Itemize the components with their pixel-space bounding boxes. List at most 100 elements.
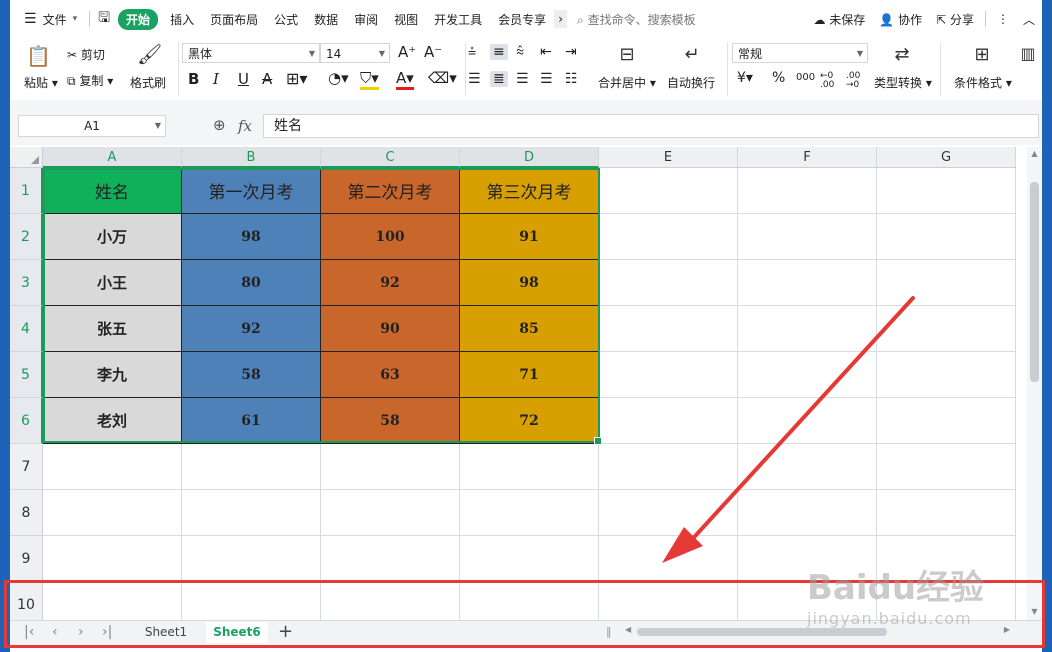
cell-a3[interactable]: 小王 [43, 260, 182, 306]
cell-g10[interactable] [877, 582, 1016, 620]
cell-a2[interactable]: 小万 [43, 214, 182, 260]
underline-button[interactable]: U [238, 70, 249, 88]
cell-f3[interactable] [738, 260, 877, 306]
more-tabs-chevron-icon[interactable]: › [554, 10, 567, 28]
cell-d5[interactable]: 71 [460, 352, 599, 398]
collab-button[interactable]: 👤 协作 [872, 11, 929, 28]
wrap-text-button[interactable]: 自动换行 [667, 74, 715, 91]
align-bottom-icon[interactable]: ⩯ [516, 44, 524, 60]
row-header-4[interactable]: 4 [10, 306, 43, 352]
fill-color-icon[interactable]: ◔▾ [328, 69, 349, 87]
cell-f2[interactable] [738, 214, 877, 260]
merge-center-button[interactable]: 合并居中 ▾ [598, 74, 656, 91]
cut-button[interactable]: ✂ 剪切 [67, 46, 105, 63]
row-header-10[interactable]: 10 [10, 582, 43, 620]
cell-b7[interactable] [182, 444, 321, 490]
cell-f9[interactable] [738, 536, 877, 582]
last-sheet-icon[interactable]: ›| [102, 624, 112, 640]
cell-e1[interactable] [599, 168, 738, 214]
indent-increase-icon[interactable]: ⇥ [565, 44, 577, 60]
tab-view[interactable]: 视图 [386, 11, 426, 28]
cell-c3[interactable]: 92 [321, 260, 460, 306]
first-sheet-icon[interactable]: |‹ [24, 624, 34, 640]
cell-f7[interactable] [738, 444, 877, 490]
fill-bucket-icon[interactable]: ⛉▾ [360, 69, 379, 90]
cell-c5[interactable]: 63 [321, 352, 460, 398]
cell-e8[interactable] [599, 490, 738, 536]
cell-a10[interactable] [43, 582, 182, 620]
cell-a9[interactable] [43, 536, 182, 582]
align-top-icon[interactable]: ⩮ [468, 44, 476, 60]
tab-page-layout[interactable]: 页面布局 [202, 11, 266, 28]
row-header-9[interactable]: 9 [10, 536, 43, 582]
cell-a1[interactable]: 姓名 [43, 168, 182, 214]
cell-f1[interactable] [738, 168, 877, 214]
decrease-font-icon[interactable]: A⁻ [424, 43, 442, 61]
thousands-button[interactable]: 000 [796, 72, 815, 83]
prev-sheet-icon[interactable]: ‹ [52, 624, 58, 640]
scroll-left-icon[interactable]: ◀ [625, 625, 631, 634]
cell-c9[interactable] [321, 536, 460, 582]
sheet-tab-sheet6[interactable]: Sheet6 [206, 622, 268, 643]
vertical-scrollbar[interactable]: ▲ ▼ [1027, 147, 1042, 620]
cell-e4[interactable] [599, 306, 738, 352]
column-header-f[interactable]: F [738, 147, 877, 168]
align-right-icon[interactable]: ☰ [516, 71, 529, 87]
share-button[interactable]: ⇱ 分享 [929, 11, 981, 28]
cell-e5[interactable] [599, 352, 738, 398]
cell-a5[interactable]: 李九 [43, 352, 182, 398]
bold-button[interactable]: B [188, 70, 199, 88]
unsaved-button[interactable]: ☁ 未保存 [806, 11, 872, 28]
cell-b9[interactable] [182, 536, 321, 582]
paste-icon[interactable]: 📋 [26, 44, 51, 68]
file-menu[interactable]: ☰ 文件 ▾ [10, 11, 85, 28]
cell-e3[interactable] [599, 260, 738, 306]
tab-developer[interactable]: 开发工具 [426, 11, 490, 28]
number-format-select[interactable]: 常规 ▼ [732, 43, 868, 63]
cell-d1[interactable]: 第三次月考 [460, 168, 599, 214]
column-header-b[interactable]: B [182, 147, 321, 168]
cell-a4[interactable]: 张五 [43, 306, 182, 352]
cell-e2[interactable] [599, 214, 738, 260]
add-sheet-button[interactable]: + [278, 621, 293, 642]
paste-button[interactable]: 粘贴 ▾ [24, 74, 58, 91]
column-header-e[interactable]: E [599, 147, 738, 168]
cell-f4[interactable] [738, 306, 877, 352]
type-convert-icon[interactable]: ⇄ [890, 44, 914, 65]
align-center-icon[interactable]: ≣ [490, 71, 508, 87]
cell-c6[interactable]: 58 [321, 398, 460, 444]
cell-a7[interactable] [43, 444, 182, 490]
row-header-6[interactable]: 6 [10, 398, 43, 444]
increase-decimal-button[interactable]: ←0 .00 [820, 72, 840, 90]
select-all-corner[interactable] [10, 147, 43, 168]
more-icon[interactable]: ⋮ [990, 12, 1016, 26]
column-header-g[interactable]: G [877, 147, 1016, 168]
row-header-7[interactable]: 7 [10, 444, 43, 490]
scroll-right-icon[interactable]: ▶ [1004, 625, 1010, 634]
tab-review[interactable]: 审阅 [346, 11, 386, 28]
font-size-select[interactable]: 14 ▼ [320, 43, 390, 63]
align-middle-icon[interactable]: ≡ [490, 44, 508, 60]
cell-g7[interactable] [877, 444, 1016, 490]
cell-b3[interactable]: 80 [182, 260, 321, 306]
font-name-select[interactable]: 黑体 ▼ [182, 43, 320, 63]
row-header-3[interactable]: 3 [10, 260, 43, 306]
command-search[interactable]: ⌕ 查找命令、搜索模板 [567, 11, 704, 28]
borders-icon[interactable]: ⊞▾ [286, 69, 307, 88]
split-handle-icon[interactable]: ‖ [606, 625, 612, 638]
cell-g1[interactable] [877, 168, 1016, 214]
cell-e9[interactable] [599, 536, 738, 582]
cell-g4[interactable] [877, 306, 1016, 352]
cell-c4[interactable]: 90 [321, 306, 460, 352]
format-painter-icon[interactable]: 🖌 [137, 42, 162, 66]
row-header-5[interactable]: 5 [10, 352, 43, 398]
cell-g3[interactable] [877, 260, 1016, 306]
strikethrough-button[interactable]: A [262, 70, 272, 88]
tab-insert[interactable]: 插入 [162, 11, 202, 28]
column-header-d[interactable]: D [460, 147, 599, 168]
italic-button[interactable]: I [213, 70, 219, 88]
type-convert-button[interactable]: 类型转换 ▾ [874, 74, 932, 91]
cell-b2[interactable]: 98 [182, 214, 321, 260]
align-left-icon[interactable]: ☰ [468, 71, 481, 87]
conditional-format-button[interactable]: 条件格式 ▾ [954, 74, 1012, 91]
